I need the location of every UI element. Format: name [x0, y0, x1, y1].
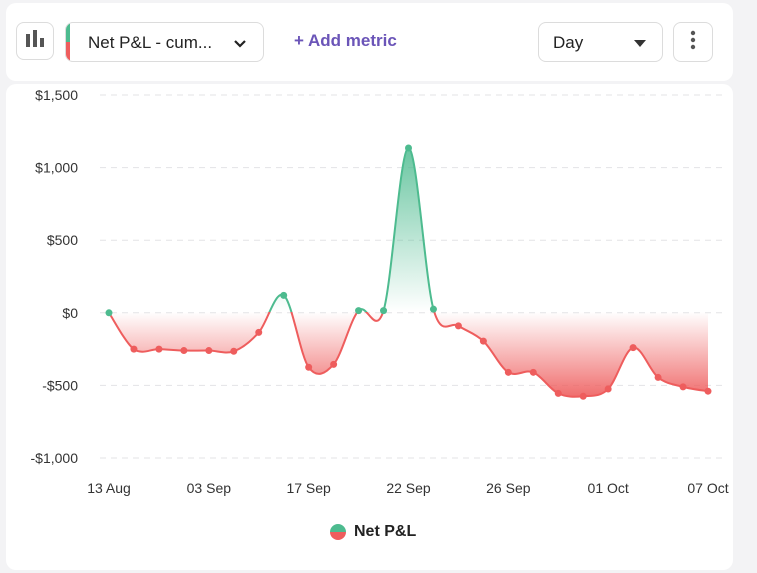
data-point [155, 345, 163, 353]
data-point [704, 387, 712, 395]
legend[interactable]: Net P&L [330, 523, 416, 541]
y-tick-label: $500 [47, 232, 78, 248]
y-tick-label: -$1,000 [31, 450, 79, 466]
data-point [255, 328, 263, 336]
x-tick-label: 01 Oct [588, 480, 629, 496]
legend-label: Net P&L [354, 523, 417, 540]
data-point [305, 363, 313, 371]
x-tick-label: 07 Oct [687, 480, 728, 496]
data-point [105, 309, 113, 317]
data-point [405, 144, 412, 152]
data-point [230, 347, 238, 355]
data-point [554, 389, 562, 397]
data-point [479, 337, 487, 345]
data-point [679, 383, 687, 391]
data-point [604, 385, 612, 393]
data-point [454, 322, 462, 330]
data-point [429, 305, 437, 313]
data-point [280, 291, 288, 299]
data-point [130, 345, 138, 353]
areas [109, 147, 708, 397]
data-point [205, 347, 213, 355]
net-pnl-chart: $1,500 $1,000 $500 $0 -$500 -$1,000 13 Aug 03 … [31, 87, 729, 496]
y-tick-label: -$500 [42, 377, 78, 393]
data-point [330, 360, 338, 368]
y-axis: $1,500 $1,000 $500 $0 -$500 -$1,000 [31, 87, 79, 466]
y-tick-label: $1,500 [35, 87, 78, 103]
data-point [380, 307, 388, 315]
y-tick-label: $1,000 [35, 160, 78, 176]
legend-swatch [330, 524, 346, 540]
data-point [579, 392, 587, 400]
x-tick-label: 13 Aug [87, 480, 131, 496]
data-point [504, 368, 512, 376]
data-point [629, 344, 637, 352]
x-tick-label: 22 Sep [386, 480, 431, 496]
x-tick-label: 17 Sep [286, 480, 331, 496]
x-tick-label: 03 Sep [187, 480, 232, 496]
x-tick-label: 26 Sep [486, 480, 531, 496]
data-point [529, 368, 537, 376]
y-tick-label: $0 [62, 305, 78, 321]
data-point [180, 347, 188, 355]
data-point [654, 373, 662, 381]
data-point [355, 307, 363, 315]
x-axis: 13 Aug 03 Sep 17 Sep 22 Sep 26 Sep 01 Oct 07 O… [87, 480, 729, 496]
